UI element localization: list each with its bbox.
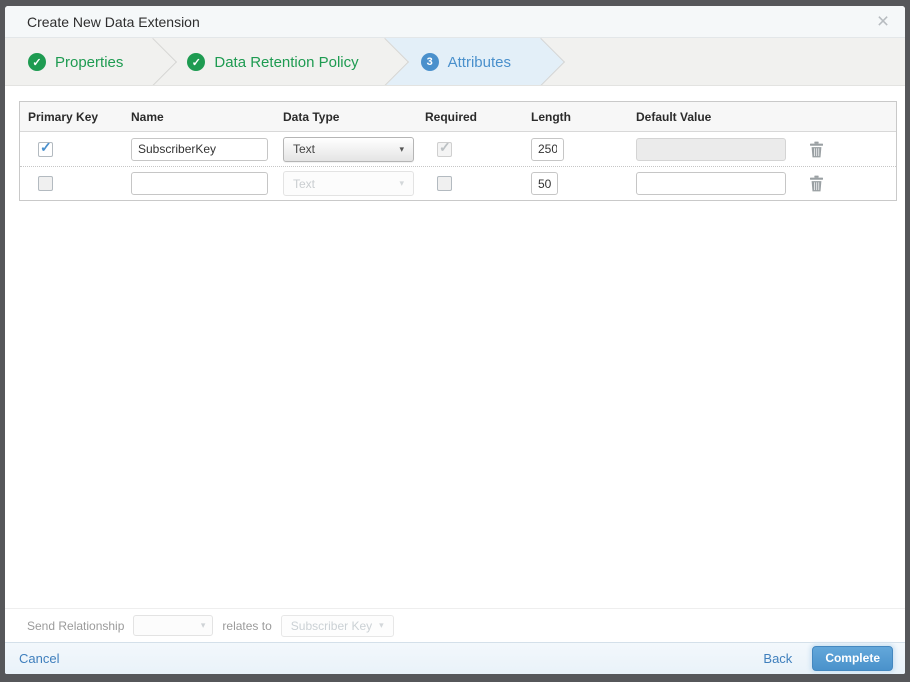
check-icon: ✓ bbox=[439, 138, 451, 155]
modal-title: Create New Data Extension bbox=[27, 14, 200, 30]
wizard-steps: ✓ Properties ✓ Data Retention Policy 3 A… bbox=[5, 38, 905, 86]
relates-to-field-value: Subscriber Key bbox=[290, 618, 373, 633]
name-input[interactable] bbox=[131, 172, 268, 195]
wizard-step-properties[interactable]: ✓ Properties bbox=[5, 38, 178, 85]
step-label: Properties bbox=[55, 53, 124, 71]
send-relationship-select: ▾ bbox=[133, 615, 214, 636]
required-checkbox[interactable]: ✓ bbox=[437, 176, 452, 191]
complete-button[interactable]: Complete bbox=[812, 646, 893, 671]
name-input[interactable] bbox=[131, 137, 268, 161]
required-checkbox: ✓ bbox=[437, 138, 452, 157]
primary-key-checkbox[interactable]: ✓ bbox=[38, 176, 53, 191]
col-header-required: Required bbox=[425, 109, 478, 124]
delete-row-button[interactable] bbox=[809, 175, 824, 192]
table-row: ✓ Text ▾ ✓ bbox=[20, 132, 896, 166]
relates-to-label: relates to bbox=[222, 618, 272, 633]
data-type-value: Text bbox=[293, 142, 316, 156]
chevron-down-icon: ▾ bbox=[379, 620, 384, 630]
check-circle-icon: ✓ bbox=[28, 53, 46, 71]
check-circle-icon: ✓ bbox=[187, 53, 206, 71]
attributes-panel: Primary Key Name Data Type Required Leng… bbox=[5, 86, 905, 608]
data-type-select: Text ▾ bbox=[283, 171, 414, 196]
send-relationship-label: Send Relationship bbox=[27, 618, 125, 633]
step-label: Data Retention Policy bbox=[214, 53, 359, 71]
col-header-name: Name bbox=[131, 109, 164, 124]
chevron-down-icon: ▾ bbox=[200, 620, 206, 630]
chevron-down-icon: ▾ bbox=[399, 178, 404, 188]
table-header-row: Primary Key Name Data Type Required Leng… bbox=[20, 102, 896, 132]
wizard-step-data-retention-policy[interactable]: ✓ Data Retention Policy bbox=[153, 38, 409, 85]
col-header-length: Length bbox=[531, 109, 571, 124]
modal-footer: Cancel Back Complete bbox=[5, 642, 905, 674]
step-number-icon: 3 bbox=[420, 53, 439, 71]
data-type-value: Text bbox=[293, 176, 316, 191]
length-input[interactable] bbox=[531, 137, 564, 161]
default-value-input bbox=[636, 137, 786, 161]
step-chevron bbox=[516, 38, 566, 85]
create-data-extension-modal: Create New Data Extension × ✓ Properties… bbox=[5, 6, 905, 674]
table-row: ✓ Text ▾ ✓ bbox=[20, 166, 896, 200]
cancel-link[interactable]: Cancel bbox=[19, 651, 59, 666]
trash-icon bbox=[810, 141, 823, 157]
attributes-table: Primary Key Name Data Type Required Leng… bbox=[19, 101, 897, 201]
data-type-select[interactable]: Text ▾ bbox=[283, 136, 414, 162]
col-header-data-type: Data Type bbox=[283, 109, 340, 124]
col-header-primary-key: Primary Key bbox=[28, 109, 99, 124]
back-link[interactable]: Back bbox=[763, 651, 792, 666]
delete-row-button[interactable] bbox=[809, 141, 824, 158]
modal-titlebar: Create New Data Extension × bbox=[5, 6, 905, 38]
modal-overlay-frame: Create New Data Extension × ✓ Properties… bbox=[0, 0, 910, 682]
length-input[interactable] bbox=[531, 172, 558, 195]
step-label: Attributes bbox=[447, 53, 511, 71]
close-icon[interactable]: × bbox=[873, 10, 893, 34]
chevron-down-icon: ▾ bbox=[399, 143, 404, 154]
primary-key-checkbox[interactable]: ✓ bbox=[38, 138, 53, 157]
send-relationship-row: Send Relationship ▾ relates to Subscribe… bbox=[5, 608, 905, 642]
default-value-input[interactable] bbox=[636, 172, 786, 195]
relates-to-field-select: Subscriber Key ▾ bbox=[280, 614, 394, 637]
check-icon: ✓ bbox=[40, 138, 52, 155]
trash-icon bbox=[810, 175, 823, 192]
col-header-default-value: Default Value bbox=[636, 109, 712, 124]
